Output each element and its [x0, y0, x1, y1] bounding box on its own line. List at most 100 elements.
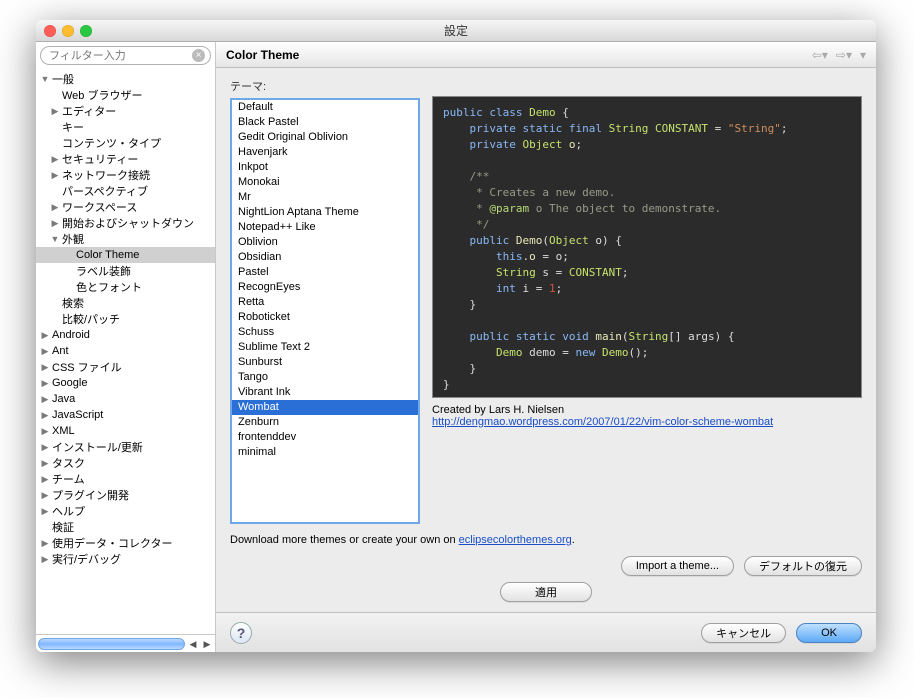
tree-item-label: プラグイン開発: [50, 487, 129, 503]
theme-item[interactable]: Schuss: [232, 325, 418, 340]
tree-item[interactable]: ▶Google: [36, 375, 215, 391]
nav-menu-icon[interactable]: ▾: [860, 48, 866, 62]
disclosure-icon[interactable]: ▼: [40, 74, 50, 84]
theme-item[interactable]: Mr: [232, 190, 418, 205]
clear-filter-icon[interactable]: ×: [192, 49, 205, 62]
theme-item[interactable]: Zenburn: [232, 415, 418, 430]
disclosure-icon[interactable]: ▶: [40, 378, 50, 389]
theme-item[interactable]: Oblivion: [232, 235, 418, 250]
tree-item[interactable]: 検証: [36, 519, 215, 535]
disclosure-icon[interactable]: ▶: [50, 154, 60, 165]
disclosure-icon[interactable]: ▶: [40, 442, 50, 453]
disclosure-icon[interactable]: ▶: [40, 410, 50, 421]
disclosure-icon[interactable]: ▶: [40, 458, 50, 469]
theme-item[interactable]: Retta: [232, 295, 418, 310]
theme-item[interactable]: Sunburst: [232, 355, 418, 370]
tree-item[interactable]: パースペクティブ: [36, 183, 215, 199]
theme-item[interactable]: Sublime Text 2: [232, 340, 418, 355]
theme-item[interactable]: Monokai: [232, 175, 418, 190]
titlebar[interactable]: 設定: [36, 20, 876, 42]
theme-item[interactable]: Pastel: [232, 265, 418, 280]
tree-item[interactable]: 比較/パッチ: [36, 311, 215, 327]
cancel-button[interactable]: キャンセル: [701, 623, 786, 643]
tree-item-label: タスク: [50, 455, 85, 471]
theme-item[interactable]: Notepad++ Like: [232, 220, 418, 235]
tree-item[interactable]: キー: [36, 119, 215, 135]
tree-item[interactable]: ▶エディター: [36, 103, 215, 119]
disclosure-icon[interactable]: ▶: [40, 426, 50, 437]
ok-button[interactable]: OK: [796, 623, 862, 643]
tree-item[interactable]: ラベル装飾: [36, 263, 215, 279]
theme-item[interactable]: Wombat: [232, 400, 418, 415]
disclosure-icon[interactable]: ▶: [50, 218, 60, 229]
tree-item[interactable]: ▶XML: [36, 423, 215, 439]
tree-item-label: XML: [50, 425, 75, 437]
tree-item[interactable]: Color Theme: [36, 247, 215, 263]
theme-item[interactable]: frontenddev: [232, 430, 418, 445]
nav-back-icon[interactable]: ⇦▾: [812, 48, 828, 62]
disclosure-icon[interactable]: ▶: [50, 170, 60, 181]
disclosure-icon[interactable]: ▶: [50, 202, 60, 213]
tree-item[interactable]: ▶チーム: [36, 471, 215, 487]
tree-item[interactable]: ▶インストール/更新: [36, 439, 215, 455]
tree-item[interactable]: ▶実行/デバッグ: [36, 551, 215, 567]
theme-item[interactable]: minimal: [232, 445, 418, 460]
disclosure-icon[interactable]: ▶: [40, 346, 50, 357]
tree-item[interactable]: ▶Ant: [36, 343, 215, 359]
credit-link[interactable]: http://dengmao.wordpress.com/2007/01/22/…: [432, 416, 773, 428]
tree-item[interactable]: ▶セキュリティー: [36, 151, 215, 167]
theme-item[interactable]: Black Pastel: [232, 115, 418, 130]
tree-item-label: ラベル装飾: [74, 263, 131, 279]
disclosure-icon[interactable]: ▶: [40, 506, 50, 517]
theme-item[interactable]: Havenjark: [232, 145, 418, 160]
theme-item[interactable]: Default: [232, 100, 418, 115]
tree-item[interactable]: ▶タスク: [36, 455, 215, 471]
theme-item[interactable]: NightLion Aptana Theme: [232, 205, 418, 220]
tree-item[interactable]: ▼一般: [36, 71, 215, 87]
tree-item[interactable]: ▶使用データ・コレクター: [36, 535, 215, 551]
disclosure-icon[interactable]: ▶: [40, 330, 50, 341]
tree-item[interactable]: コンテンツ・タイプ: [36, 135, 215, 151]
tree-item[interactable]: ▶ヘルプ: [36, 503, 215, 519]
theme-item[interactable]: Obsidian: [232, 250, 418, 265]
disclosure-icon[interactable]: ▶: [40, 362, 50, 373]
scroll-left-icon[interactable]: ◀: [187, 638, 199, 650]
download-link[interactable]: eclipsecolorthemes.org: [459, 534, 572, 546]
theme-item[interactable]: Inkpot: [232, 160, 418, 175]
help-icon[interactable]: ?: [230, 622, 252, 644]
horizontal-scrollbar[interactable]: [38, 638, 185, 650]
tree-item[interactable]: ▶ネットワーク接続: [36, 167, 215, 183]
tree-item[interactable]: 検索: [36, 295, 215, 311]
disclosure-icon[interactable]: ▶: [40, 538, 50, 549]
preferences-tree[interactable]: ▼一般Web ブラウザー▶エディターキーコンテンツ・タイプ▶セキュリティー▶ネッ…: [36, 69, 215, 634]
tree-item[interactable]: ▼外観: [36, 231, 215, 247]
tree-item[interactable]: Web ブラウザー: [36, 87, 215, 103]
theme-item[interactable]: Vibrant Ink: [232, 385, 418, 400]
filter-input[interactable]: [40, 46, 211, 65]
apply-button[interactable]: 適用: [500, 582, 592, 602]
disclosure-icon[interactable]: ▶: [40, 474, 50, 485]
theme-item[interactable]: RecognEyes: [232, 280, 418, 295]
theme-item[interactable]: Gedit Original Oblivion: [232, 130, 418, 145]
tree-item-label: 比較/パッチ: [60, 311, 120, 327]
disclosure-icon[interactable]: ▶: [40, 490, 50, 501]
tree-item[interactable]: ▶ワークスペース: [36, 199, 215, 215]
scroll-right-icon[interactable]: ▶: [201, 638, 213, 650]
tree-item[interactable]: 色とフォント: [36, 279, 215, 295]
nav-forward-icon[interactable]: ⇨▾: [836, 48, 852, 62]
tree-item[interactable]: ▶Android: [36, 327, 215, 343]
restore-defaults-button[interactable]: デフォルトの復元: [744, 556, 862, 576]
theme-item[interactable]: Roboticket: [232, 310, 418, 325]
disclosure-icon[interactable]: ▼: [50, 234, 60, 244]
disclosure-icon[interactable]: ▶: [40, 394, 50, 405]
tree-item[interactable]: ▶開始およびシャットダウン: [36, 215, 215, 231]
tree-item[interactable]: ▶JavaScript: [36, 407, 215, 423]
theme-item[interactable]: Tango: [232, 370, 418, 385]
import-theme-button[interactable]: Import a theme...: [621, 556, 734, 576]
tree-item[interactable]: ▶プラグイン開発: [36, 487, 215, 503]
theme-list[interactable]: DefaultBlack PastelGedit Original Oblivi…: [230, 98, 420, 524]
disclosure-icon[interactable]: ▶: [50, 106, 60, 117]
tree-item[interactable]: ▶Java: [36, 391, 215, 407]
disclosure-icon[interactable]: ▶: [40, 554, 50, 565]
tree-item[interactable]: ▶CSS ファイル: [36, 359, 215, 375]
